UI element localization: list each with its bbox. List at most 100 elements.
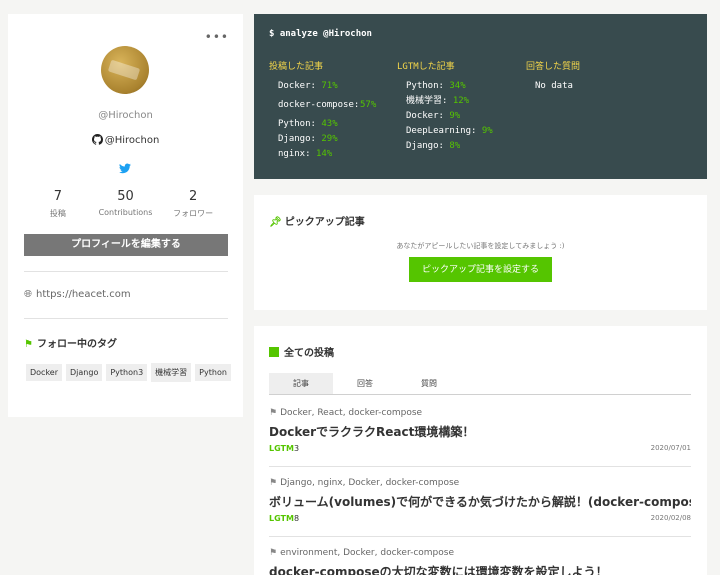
posted-row: Docker: 71% (278, 79, 389, 94)
post-title[interactable]: DockerでラクラクReact環境構築！ (269, 423, 691, 440)
stat-posts[interactable]: 7 投稿 (24, 189, 92, 219)
tab-articles[interactable]: 記事 (269, 373, 333, 394)
post-meta: LGTM3 2020/07/01 (269, 444, 691, 456)
lgtm-label: LGTM (269, 444, 294, 453)
posted-row: docker-compose:57% (278, 98, 389, 113)
row-name: Docker: (406, 111, 444, 121)
post-tags-text[interactable]: environment, Docker, docker-compose (280, 548, 454, 558)
analysis-terminal: $ analyze @Hirochon 投稿した記事 Docker: 71% d… (254, 14, 707, 179)
row-name: DeepLearning: (406, 126, 477, 136)
followed-tags-heading: ⚑ フォロー中のタグ (24, 335, 117, 350)
stat-contributions-count: 50 (117, 189, 134, 204)
github-link[interactable]: @Hirochon (8, 134, 243, 146)
row-name: Django: (406, 141, 444, 151)
lgtm-label: LGTM (269, 514, 294, 523)
row-pct: 43% (321, 119, 338, 129)
twitter-link[interactable] (119, 159, 131, 178)
answered-questions-column: 回答した質問 No data (526, 59, 580, 94)
lgtm-articles-title: LGTMした記事 (397, 62, 455, 72)
pickup-heading: 📌︎ ピックアップ記事 (269, 213, 365, 228)
tags-icon: ⚑ (24, 339, 33, 350)
tab-answers[interactable]: 回答 (333, 373, 397, 394)
avatar[interactable] (101, 46, 149, 94)
tag-docker[interactable]: Docker (26, 364, 63, 381)
row-pct: 14% (315, 149, 333, 159)
lgtm-row: 機械学習: 12% (406, 94, 493, 109)
tag-python[interactable]: Python (195, 364, 231, 381)
profile-card: ••• @Hirochon @Hirochon 7 投稿 50 Contribu… (8, 14, 243, 417)
globe-icon: 🌐︎ (24, 289, 32, 300)
tab-questions[interactable]: 質問 (397, 373, 461, 394)
tag-django[interactable]: Django (66, 364, 103, 381)
row-pct: 8% (449, 141, 461, 151)
row-pct: 29% (321, 134, 338, 144)
answered-empty: No data (535, 81, 573, 91)
pickup-title: ピックアップ記事 (284, 217, 365, 228)
post-tags: ⚑ environment, Docker, docker-compose (269, 548, 691, 558)
row-name: docker-compose: (278, 100, 360, 110)
posted-articles-title: 投稿した記事 (269, 62, 324, 72)
divider (24, 318, 228, 319)
post-title[interactable]: ボリューム(volumes)で何ができるか気づけたから解説！(docker-co… (269, 493, 691, 510)
stat-followers-label: フォロワー (173, 209, 214, 218)
followed-tags: Docker Django Python3 機械学習 Python (26, 360, 236, 388)
website-link[interactable]: 🌐︎ https://heacet.com (24, 289, 131, 300)
row-name: nginx: (278, 149, 311, 159)
square-icon (269, 347, 279, 357)
lgtm-articles-column: LGTMした記事 Python: 34% 機械学習: 12% Docker: 9… (397, 59, 493, 154)
post-meta: LGTM8 2020/02/08 (269, 514, 691, 526)
stat-posts-label: 投稿 (49, 209, 66, 218)
all-posts-card: 全ての投稿 記事 回答 質問 ⚑ Docker, React, docker-co… (254, 326, 707, 575)
row-name: Django: (278, 134, 316, 144)
pin-icon: 📌︎ (269, 217, 282, 228)
lgtm-row: Python: 34% (406, 79, 493, 94)
tag-icon: ⚑ (269, 548, 278, 558)
edit-profile-button[interactable]: プロフィールを編集する (24, 234, 228, 256)
more-options-icon[interactable]: ••• (205, 30, 229, 44)
all-posts-heading: 全ての投稿 (269, 344, 334, 359)
lgtm-row: DeepLearning: 9% (406, 124, 493, 139)
posted-articles-column: 投稿した記事 Docker: 71% docker-compose:57% Py… (269, 59, 389, 162)
stat-posts-count: 7 (53, 189, 62, 204)
tag-python3[interactable]: Python3 (106, 364, 148, 381)
set-pickup-button[interactable]: ピックアップ記事を設定する (409, 257, 552, 282)
post-tags-text[interactable]: Django, nginx, Docker, docker-compose (280, 478, 459, 488)
row-pct: 71% (321, 81, 338, 91)
row-pct: 9% (449, 111, 461, 121)
pickup-note: あなたがアピールしたい記事を設定してみましょう :) (396, 242, 565, 250)
row-pct: 9% (481, 126, 493, 136)
row-name: Python: (278, 119, 316, 129)
post-item: ⚑ environment, Docker, docker-compose doc… (269, 548, 691, 575)
all-posts-title: 全ての投稿 (284, 348, 334, 359)
divider (269, 536, 691, 537)
post-item: ⚑ Docker, React, docker-compose Dockerでラク… (269, 408, 691, 456)
lgtm-count: LGTM3 (269, 444, 299, 453)
tag-icon: ⚑ (269, 478, 278, 488)
github-handle: @Hirochon (104, 135, 160, 146)
lgtm-number: 3 (293, 444, 300, 453)
stat-contributions-label: Contributions (98, 208, 153, 217)
posted-row: nginx: 14% (278, 147, 389, 162)
github-icon (91, 134, 103, 145)
tag-icon: ⚑ (269, 408, 278, 418)
tag-machine-learning[interactable]: 機械学習 (151, 363, 192, 382)
twitter-icon (119, 163, 131, 174)
stat-followers[interactable]: 2 フォロワー (159, 189, 227, 219)
posted-row: Django: 29% (278, 132, 389, 147)
posts-tabs: 記事 回答 質問 (269, 373, 691, 395)
post-item: ⚑ Django, nginx, Docker, docker-compose ボ… (269, 478, 691, 526)
row-pct: 12% (452, 96, 470, 106)
post-title[interactable]: docker-composeの大切な変数には環境変数を設定しよう！ (269, 563, 691, 575)
stat-contributions[interactable]: 50 Contributions (92, 189, 160, 219)
stat-followers-count: 2 (189, 189, 198, 204)
divider (269, 466, 691, 467)
post-tags: ⚑ Django, nginx, Docker, docker-compose (269, 478, 691, 488)
post-tags-text[interactable]: Docker, React, docker-compose (280, 408, 422, 418)
answered-questions-title: 回答した質問 (526, 62, 581, 72)
post-tags: ⚑ Docker, React, docker-compose (269, 408, 691, 418)
posted-row: Python: 43% (278, 117, 389, 132)
terminal-command: $ analyze @Hirochon (269, 29, 372, 39)
profile-stats: 7 投稿 50 Contributions 2 フォロワー (24, 189, 227, 219)
lgtm-count: LGTM8 (269, 514, 299, 523)
lgtm-number: 8 (293, 514, 300, 523)
